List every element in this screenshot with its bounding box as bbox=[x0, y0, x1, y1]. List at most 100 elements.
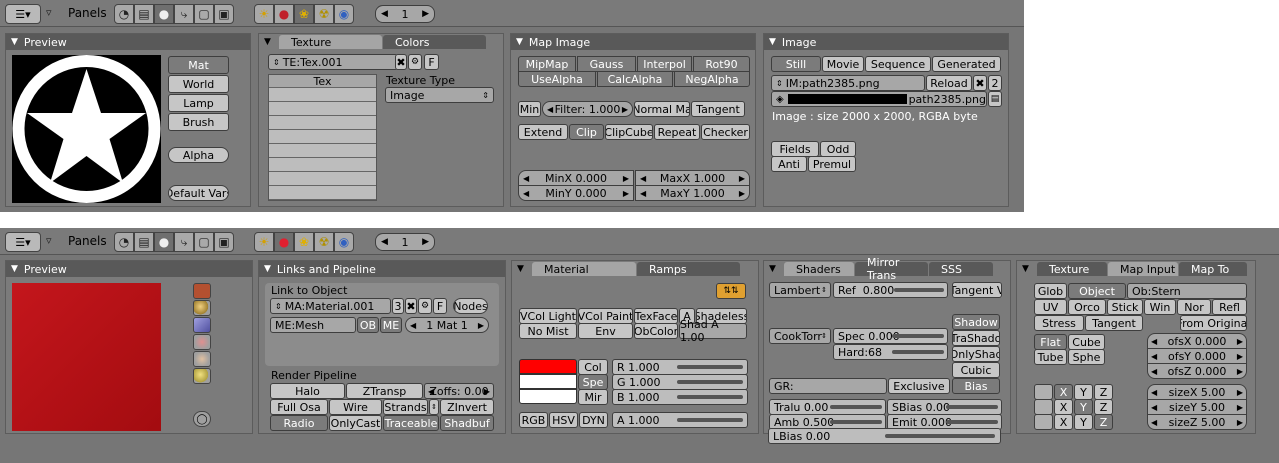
texture-channel-list[interactable]: Tex bbox=[268, 74, 377, 201]
traceable-button[interactable]: Traceable bbox=[383, 415, 439, 431]
green-slider[interactable]: G 1.000 bbox=[612, 374, 748, 390]
rgb-button[interactable]: RGB bbox=[519, 412, 548, 428]
maxx-field[interactable]: ◀ MaxX 1.000 ▶ bbox=[635, 170, 750, 186]
texture-channel-row[interactable] bbox=[269, 103, 376, 116]
tangent-v-button[interactable]: Tangent V bbox=[952, 282, 1002, 298]
texture-channel-row[interactable] bbox=[269, 159, 376, 172]
object-button[interactable]: Object bbox=[1068, 283, 1126, 299]
shading-icon[interactable]: ● bbox=[154, 4, 174, 24]
material-fake-button[interactable]: F bbox=[433, 298, 447, 314]
sequence-button[interactable]: Sequence bbox=[865, 56, 931, 72]
script-icon[interactable]: ▤ bbox=[134, 4, 154, 24]
right-arrow-icon[interactable]: ▶ bbox=[1237, 337, 1243, 346]
fake-user-icon[interactable]: ⚙ bbox=[408, 54, 422, 70]
image-filepath-field[interactable]: ◈ path2385.png bbox=[771, 91, 987, 107]
nor-button[interactable]: Nor bbox=[1177, 299, 1211, 315]
proj-x-row1[interactable]: X bbox=[1054, 384, 1073, 400]
texture-channel-row[interactable] bbox=[269, 117, 376, 130]
right-arrow-icon[interactable]: ▶ bbox=[739, 189, 745, 198]
proj-y-row2[interactable]: Y bbox=[1074, 399, 1093, 415]
mesh-name-field[interactable]: ME:Mesh bbox=[270, 317, 356, 333]
strands-options-button[interactable]: ⇕ bbox=[429, 399, 439, 415]
sbias-slider[interactable]: SBias 0.00 bbox=[887, 399, 1002, 415]
right-arrow-icon[interactable]: ▶ bbox=[1237, 418, 1243, 427]
miny-field[interactable]: ◀ MinY 0.000 ▶ bbox=[518, 185, 634, 201]
tab-shaders[interactable]: Shaders bbox=[784, 262, 854, 276]
calcalpha-button[interactable]: CalcAlpha bbox=[597, 71, 673, 87]
image-panel-header[interactable]: ▼ Image bbox=[764, 34, 1008, 50]
links-panel-header[interactable]: ▼ Links and Pipeline bbox=[259, 261, 505, 277]
sphe-button[interactable]: Sphe bbox=[1068, 349, 1105, 365]
material-icon[interactable]: ● bbox=[274, 4, 294, 24]
collapse-icon[interactable]: ▼ bbox=[769, 37, 776, 47]
tab-texture[interactable]: Texture bbox=[279, 35, 382, 49]
zinvert-button[interactable]: ZInvert bbox=[440, 399, 494, 415]
left-arrow-icon[interactable]: ◀ bbox=[410, 321, 416, 330]
right-arrow-icon[interactable]: ▶ bbox=[1237, 367, 1243, 376]
tab-map-input[interactable]: Map Input bbox=[1108, 262, 1178, 276]
logic-icon[interactable]: ◔ bbox=[114, 4, 134, 24]
prev-arrow-icon[interactable]: ◀ bbox=[381, 9, 388, 19]
world-icon[interactable]: ◉ bbox=[334, 4, 354, 24]
unlink-material-button[interactable]: ✖ bbox=[405, 298, 417, 314]
file-icon[interactable]: ◈ bbox=[776, 94, 784, 105]
collapse-icon[interactable]: ▼ bbox=[769, 264, 776, 274]
filter-field[interactable]: ◀ Filter: 1.000 ▶ bbox=[542, 101, 633, 117]
preview-panel-header[interactable]: ▼ Preview bbox=[6, 261, 252, 277]
onlycast-button[interactable]: OnlyCast bbox=[329, 415, 382, 431]
right-arrow-icon[interactable]: ▶ bbox=[1237, 352, 1243, 361]
right-arrow-icon[interactable]: ▶ bbox=[1237, 403, 1243, 412]
tab-colors[interactable]: Colors bbox=[383, 35, 486, 49]
flat-button[interactable]: Flat bbox=[1034, 334, 1067, 350]
preview-refresh-icon[interactable]: ◯ bbox=[193, 411, 211, 427]
texture-channel-row[interactable] bbox=[269, 145, 376, 158]
material-name-field[interactable]: ⇕ MA:Material.001 bbox=[270, 298, 391, 314]
cubic-button[interactable]: Cubic bbox=[952, 362, 1000, 378]
unlink-image-button[interactable]: ✖ bbox=[973, 75, 987, 91]
cube-button[interactable]: Cube bbox=[1068, 334, 1105, 350]
texture-fake-button[interactable]: F bbox=[424, 54, 439, 70]
object-icon[interactable]: ⤷ bbox=[174, 4, 194, 24]
proj-blank-3[interactable] bbox=[1034, 414, 1053, 430]
gauss-button[interactable]: Gauss bbox=[577, 56, 636, 72]
image-name-field[interactable]: ⇕ IM:path2385.png bbox=[771, 75, 925, 91]
color-swatch-col[interactable] bbox=[519, 359, 577, 374]
alpha-slider[interactable]: A 1.000 bbox=[612, 412, 748, 428]
preview-lamp-button[interactable]: Lamp bbox=[168, 94, 229, 112]
dyn-button[interactable]: DYN bbox=[579, 412, 608, 428]
map-tangent-button[interactable]: Tangent bbox=[691, 101, 745, 117]
sizex-field[interactable]: ◀ sizeX 5.00 ▶ bbox=[1147, 384, 1247, 400]
texture-channel-row[interactable] bbox=[269, 131, 376, 144]
specular-shader-select[interactable]: CookTorr ⇕ bbox=[769, 328, 831, 344]
spe-button[interactable]: Spe bbox=[578, 374, 608, 390]
lamp-icon[interactable]: ☀ bbox=[254, 4, 274, 24]
right-arrow-icon[interactable]: ▶ bbox=[478, 321, 484, 330]
material-icon[interactable]: ● bbox=[274, 232, 294, 252]
tab-sss[interactable]: SSS bbox=[929, 262, 993, 276]
proj-blank-1[interactable] bbox=[1034, 384, 1053, 400]
shading-icon[interactable]: ● bbox=[154, 232, 174, 252]
collapse-icon[interactable]: ▼ bbox=[11, 37, 18, 47]
next-arrow-icon[interactable]: ▶ bbox=[422, 9, 429, 19]
material-index-field[interactable]: ◀ 1 Mat 1 ▶ bbox=[405, 317, 489, 333]
env-button[interactable]: Env bbox=[578, 323, 633, 339]
collapse-icon[interactable]: ▼ bbox=[517, 264, 524, 274]
texture-type-select[interactable]: Image ⇕ bbox=[385, 87, 494, 103]
interpol-button[interactable]: Interpol bbox=[637, 56, 692, 72]
browse-icon[interactable]: ⇕ bbox=[776, 79, 783, 88]
hsv-button[interactable]: HSV bbox=[549, 412, 578, 428]
left-arrow-icon[interactable]: ◀ bbox=[428, 387, 434, 396]
usealpha-button[interactable]: UseAlpha bbox=[518, 71, 596, 87]
scene-icon[interactable]: ▣ bbox=[214, 232, 234, 252]
diffuse-shader-select[interactable]: Lambert ⇕ bbox=[769, 282, 831, 298]
fake-user-icon[interactable]: ⚙ bbox=[418, 298, 432, 314]
delete-texture-button[interactable]: ✖ bbox=[395, 54, 407, 70]
tab-ramps[interactable]: Ramps bbox=[637, 262, 740, 276]
negalpha-button[interactable]: NegAlpha bbox=[674, 71, 750, 87]
preview-sky-icon[interactable] bbox=[193, 368, 211, 384]
group-field[interactable]: GR: bbox=[769, 378, 887, 394]
shad-alpha-field[interactable]: Shad A 1.00 bbox=[679, 318, 747, 344]
shadbuf-button[interactable]: Shadbuf bbox=[440, 415, 494, 431]
onlyshad-button[interactable]: OnlyShad bbox=[952, 346, 1000, 362]
sizey-field[interactable]: ◀ sizeY 5.00 ▶ bbox=[1147, 399, 1247, 415]
